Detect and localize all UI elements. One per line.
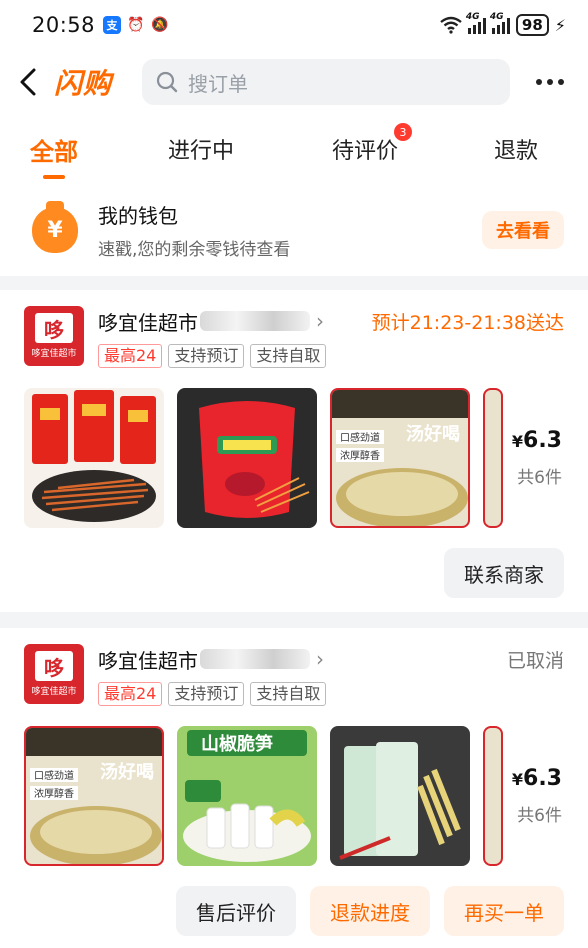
shop-tags: 最高24 支持预订 支持自取 [98, 344, 564, 368]
more-dot-icon [547, 79, 553, 85]
product-image-pickled-bamboo: 山椒脆笋 [177, 726, 317, 866]
svg-text:浓厚醇香: 浓厚醇香 [34, 787, 74, 800]
reorder-button[interactable]: 再买一单 [444, 886, 564, 936]
order-card[interactable]: 哆 哆宜佳超市 哆宜佳超市 › 已取消 最高24 支持预订 支持自取 口感劲道 [0, 628, 588, 948]
battery-level: 98 [515, 14, 549, 36]
svg-text:口感劲道: 口感劲道 [340, 431, 380, 444]
shop-logo-name: 哆宜佳超市 [31, 687, 77, 697]
shop-logo-mark: 哆 [35, 651, 73, 681]
product-image-noodle-soup: 口感劲道 浓厚醇香 汤好喝 [330, 388, 470, 528]
shop-logo-name: 哆宜佳超市 [31, 349, 77, 359]
status-notification-icons: 支 ⏰ 🔕 [103, 16, 169, 34]
top-bar: 闪购 搜订单 [0, 50, 588, 114]
shop-tag: 最高24 [98, 682, 163, 706]
order-price: ¥6.3 [511, 428, 562, 453]
brand-logo: 闪购 [54, 67, 113, 100]
order-card[interactable]: 哆 哆宜佳超市 哆宜佳超市 › 预计21:23-21:38送达 最高24 支持预… [0, 290, 588, 612]
price-summary: ¥6.3 共6件 [512, 428, 564, 488]
chevron-right-icon[interactable]: › [316, 647, 324, 671]
after-sale-review-button[interactable]: 售后评价 [176, 886, 296, 936]
order-items[interactable]: 口感劲道 浓厚醇香 汤好喝 ¥6.3 共6件 [24, 388, 564, 528]
more-dot-icon [536, 79, 542, 85]
shop-tag: 最高24 [98, 344, 163, 368]
order-status: 预计21:23-21:38送达 [371, 311, 564, 334]
order-actions: 售后评价 退款进度 再买一单 [24, 886, 564, 936]
shop-name[interactable]: 哆宜佳超市 [98, 645, 198, 674]
search-input[interactable]: 搜订单 [142, 59, 510, 105]
signal-icon-1: 4G [466, 12, 486, 34]
mute-icon: 🔕 [151, 17, 169, 33]
product-image-snack-bag [177, 388, 317, 528]
shop-name-row: 哆宜佳超市 › 已取消 [98, 644, 564, 674]
wifi-icon [440, 16, 462, 34]
wallet-title: 我的钱包 [98, 204, 178, 228]
more-options-button[interactable] [530, 79, 570, 85]
blurred-shop-name [200, 311, 310, 331]
item-count: 共6件 [517, 468, 562, 488]
shop-tags: 最高24 支持预订 支持自取 [98, 682, 564, 706]
svg-text:汤好喝: 汤好喝 [406, 423, 460, 445]
tab-refund[interactable]: 退款 [494, 133, 538, 165]
search-icon [156, 71, 178, 93]
product-image-spicy-strips [24, 388, 164, 528]
back-button[interactable] [18, 62, 44, 102]
shop-name-row: 哆宜佳超市 › 预计21:23-21:38送达 [98, 306, 564, 336]
order-price: ¥6.3 [511, 766, 562, 791]
wallet-text: 我的钱包 速戳,您的剩余零钱待查看 [98, 200, 290, 260]
status-right-icons: 4G 4G 98 ⚡ [440, 12, 566, 36]
svg-text:口感劲道: 口感劲道 [34, 769, 74, 782]
chevron-right-icon[interactable]: › [316, 309, 324, 333]
shop-tag: 支持自取 [250, 344, 327, 368]
shop-logo[interactable]: 哆 哆宜佳超市 [24, 644, 84, 704]
svg-text:浓厚醇香: 浓厚醇香 [340, 449, 380, 462]
shop-tag: 支持预订 [168, 344, 245, 368]
more-dot-icon [558, 79, 564, 85]
back-arrow-icon [20, 68, 36, 96]
shop-info: 哆宜佳超市 › 已取消 最高24 支持预订 支持自取 [98, 644, 564, 706]
svg-text:汤好喝: 汤好喝 [100, 761, 154, 783]
shop-tag: 支持自取 [250, 682, 327, 706]
item-count: 共6件 [517, 806, 562, 826]
shop-tag: 支持预订 [168, 682, 245, 706]
status-time: 20:58 [32, 13, 96, 37]
money-bag-icon: ¥ [32, 201, 78, 253]
product-image-partial [483, 388, 503, 528]
product-image-partial [483, 726, 503, 866]
svg-text:山椒脆笋: 山椒脆笋 [201, 733, 273, 755]
price-summary: ¥6.3 共6件 [512, 766, 564, 826]
product-image-bamboo-shoots [330, 726, 470, 866]
charging-icon: ⚡ [554, 15, 566, 35]
alarm-icon: ⏰ [127, 17, 145, 33]
wallet-subtitle: 速戳,您的剩余零钱待查看 [98, 240, 291, 260]
review-count-badge: 3 [394, 123, 413, 141]
tab-to-review-label: 待评价 [332, 139, 399, 164]
tab-all[interactable]: 全部 [30, 132, 78, 167]
shop-name[interactable]: 哆宜佳超市 [98, 307, 198, 336]
shop-logo[interactable]: 哆 哆宜佳超市 [24, 306, 84, 366]
tab-in-progress[interactable]: 进行中 [168, 133, 234, 165]
blurred-shop-name [200, 649, 310, 669]
wallet-view-button[interactable]: 去看看 [482, 211, 564, 249]
tab-to-review[interactable]: 待评价 3 [332, 123, 413, 165]
shop-row: 哆 哆宜佳超市 哆宜佳超市 › 预计21:23-21:38送达 最高24 支持预… [24, 290, 564, 368]
order-status: 已取消 [506, 649, 564, 672]
contact-merchant-button[interactable]: 联系商家 [444, 548, 564, 598]
order-actions: 联系商家 [24, 548, 564, 598]
app-notification-icon: 支 [103, 16, 122, 34]
refund-progress-button[interactable]: 退款进度 [310, 886, 430, 936]
order-items[interactable]: 口感劲道 浓厚醇香 汤好喝 山椒脆笋 ¥6.3 共6件 [24, 726, 564, 866]
status-bar: 20:58 支 ⏰ 🔕 4G 4G 98 ⚡ [0, 0, 588, 50]
wallet-banner[interactable]: ¥ 我的钱包 速戳,您的剩余零钱待查看 去看看 [0, 184, 588, 276]
shop-logo-mark: 哆 [35, 313, 73, 343]
shop-row: 哆 哆宜佳超市 哆宜佳超市 › 已取消 最高24 支持预订 支持自取 [24, 628, 564, 706]
signal-icon-2: 4G [490, 12, 510, 34]
search-placeholder: 搜订单 [188, 71, 248, 96]
shop-info: 哆宜佳超市 › 预计21:23-21:38送达 最高24 支持预订 支持自取 [98, 306, 564, 368]
order-tabs: 全部 进行中 待评价 3 退款 [0, 114, 588, 184]
product-image-noodle-soup: 口感劲道 浓厚醇香 汤好喝 [24, 726, 164, 866]
